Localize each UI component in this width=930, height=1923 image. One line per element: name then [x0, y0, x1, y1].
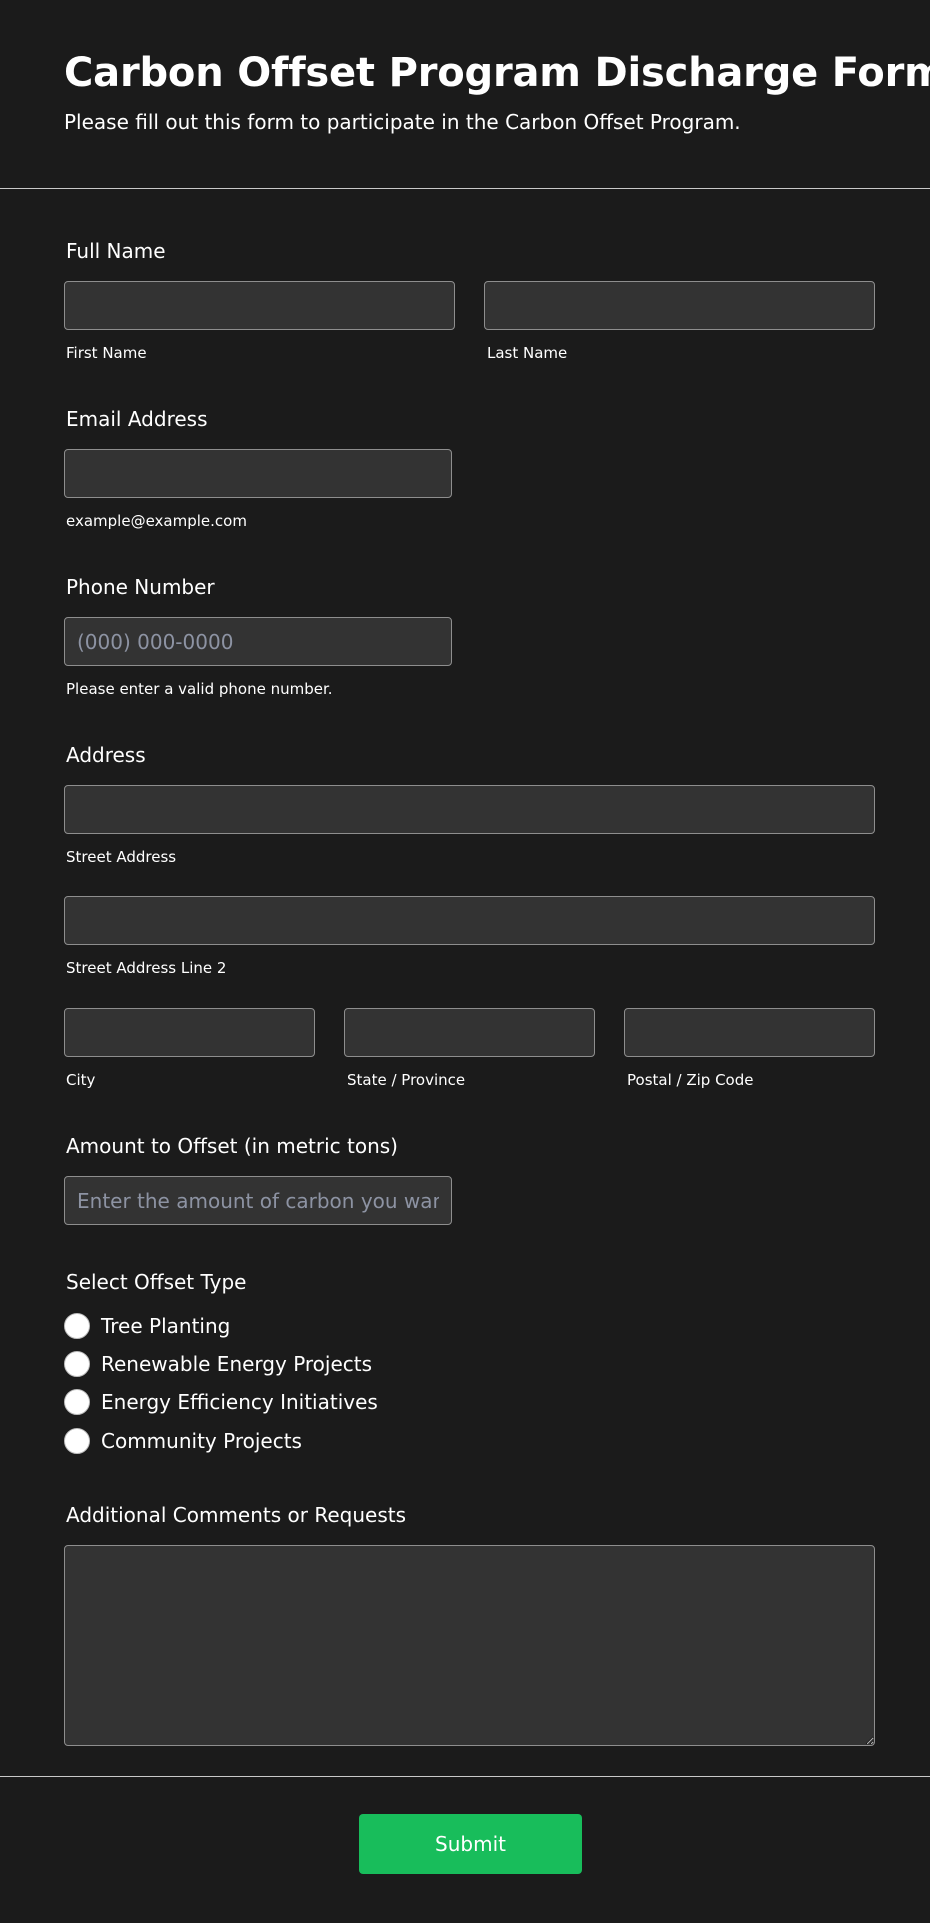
form-subtitle: Please fill out this form to participate…	[64, 110, 741, 134]
radio-label: Energy Efficiency Initiatives	[101, 1390, 378, 1414]
email-label: Email Address	[66, 407, 208, 431]
address-label: Address	[66, 743, 146, 767]
city-sublabel: City	[66, 1071, 96, 1089]
phone-input[interactable]	[64, 617, 452, 666]
radio-label: Community Projects	[101, 1429, 302, 1453]
header-divider	[0, 188, 930, 189]
first-name-sublabel: First Name	[66, 344, 147, 362]
phone-label: Phone Number	[66, 575, 215, 599]
email-input[interactable]	[64, 449, 452, 498]
form-header: Carbon Offset Program Discharge Form Ple…	[0, 0, 930, 188]
postal-code-sublabel: Postal / Zip Code	[627, 1071, 754, 1089]
radio-option-tree-planting[interactable]: Tree Planting	[64, 1313, 230, 1339]
radio-button[interactable]	[64, 1313, 90, 1339]
radio-option-community-projects[interactable]: Community Projects	[64, 1428, 302, 1454]
street-address-input[interactable]	[64, 785, 875, 834]
full-name-label: Full Name	[66, 239, 166, 263]
last-name-input[interactable]	[484, 281, 875, 330]
radio-button[interactable]	[64, 1351, 90, 1377]
first-name-input[interactable]	[64, 281, 455, 330]
radio-option-energy-efficiency[interactable]: Energy Efficiency Initiatives	[64, 1389, 378, 1415]
state-sublabel: State / Province	[347, 1071, 466, 1089]
email-sublabel: example@example.com	[66, 512, 247, 530]
state-input[interactable]	[344, 1008, 595, 1057]
radio-label: Tree Planting	[101, 1314, 231, 1338]
city-input[interactable]	[64, 1008, 315, 1057]
postal-code-input[interactable]	[624, 1008, 875, 1057]
amount-input[interactable]	[64, 1176, 452, 1225]
form-title: Carbon Offset Program Discharge Form	[64, 50, 930, 96]
radio-button[interactable]	[64, 1389, 90, 1415]
phone-sublabel: Please enter a valid phone number.	[66, 680, 333, 698]
form-page: Carbon Offset Program Discharge Form Ple…	[0, 0, 930, 1923]
last-name-sublabel: Last Name	[487, 344, 568, 362]
comments-textarea[interactable]	[64, 1545, 875, 1746]
street-address-line2-sublabel: Street Address Line 2	[66, 959, 227, 977]
submit-button[interactable]: Submit	[359, 1814, 582, 1874]
radio-label: Renewable Energy Projects	[101, 1352, 373, 1376]
street-address-sublabel: Street Address	[66, 848, 177, 866]
street-address-line2-input[interactable]	[64, 896, 875, 945]
radio-option-renewable-energy[interactable]: Renewable Energy Projects	[64, 1351, 372, 1377]
radio-button[interactable]	[64, 1428, 90, 1454]
amount-label: Amount to Offset (in metric tons)	[66, 1134, 398, 1158]
offset-type-label: Select Offset Type	[66, 1270, 247, 1294]
comments-label: Additional Comments or Requests	[66, 1503, 406, 1527]
footer-divider	[0, 1776, 930, 1777]
